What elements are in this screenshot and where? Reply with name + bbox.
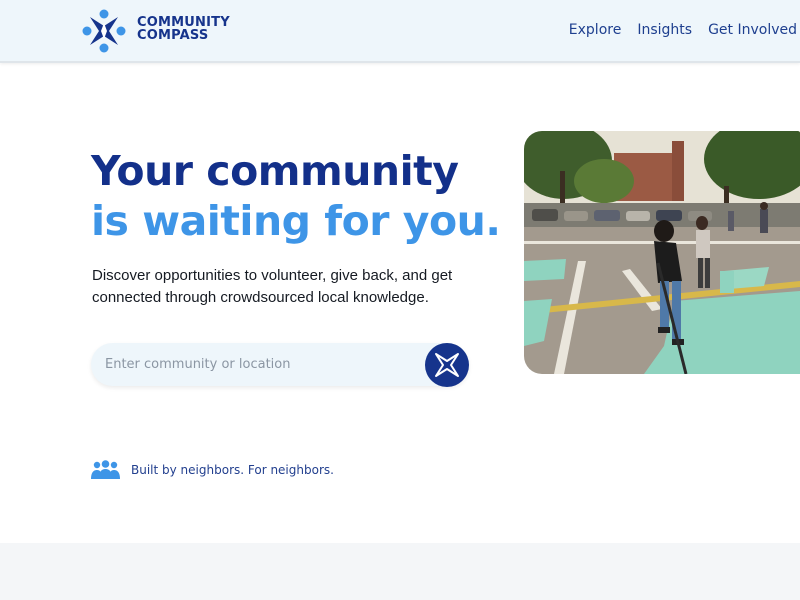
tagline-text: Built by neighbors. For neighbors. bbox=[131, 463, 334, 477]
hero-subtext: Discover opportunities to volunteer, giv… bbox=[92, 267, 453, 306]
nav-get-involved[interactable]: Get Involved bbox=[708, 22, 797, 38]
headline-line-2: is waiting for you. bbox=[91, 197, 501, 245]
brand-line-2: COMPASS bbox=[137, 28, 209, 43]
compass-star-icon bbox=[435, 353, 459, 377]
site-header: COMMUNITY COMPASS Explore Insights Get I… bbox=[0, 0, 800, 63]
next-section-band bbox=[0, 543, 800, 600]
tagline: Built by neighbors. For neighbors. bbox=[91, 460, 334, 480]
brand-name[interactable]: COMMUNITY COMPASS bbox=[137, 16, 230, 42]
main-nav: Explore Insights Get Involved bbox=[569, 22, 797, 38]
headline-line-1: Your community bbox=[91, 147, 459, 195]
search-button[interactable] bbox=[425, 343, 469, 387]
compass-star-icon[interactable] bbox=[82, 9, 126, 53]
hero-photo bbox=[524, 131, 800, 374]
hero-headline: Your community is waiting for you. bbox=[91, 146, 501, 246]
people-group-icon bbox=[91, 460, 120, 479]
nav-explore[interactable]: Explore bbox=[569, 22, 622, 38]
search-input[interactable] bbox=[105, 343, 425, 386]
nav-insights[interactable]: Insights bbox=[637, 22, 692, 38]
search-bar bbox=[91, 343, 469, 386]
volunteers-painting-street-mural-icon bbox=[524, 131, 800, 374]
